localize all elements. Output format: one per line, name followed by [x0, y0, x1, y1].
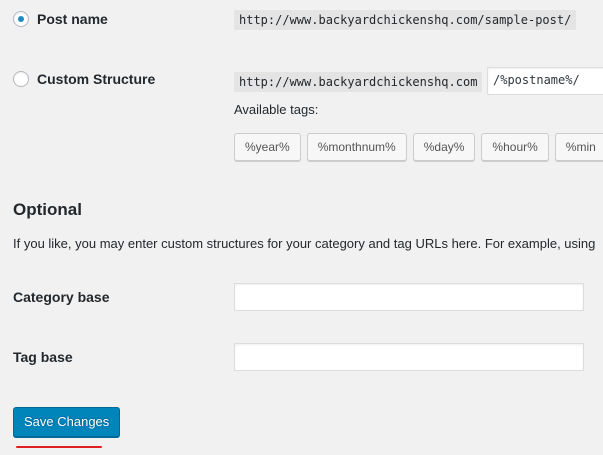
available-tags-list: %year% %monthnum% %day% %hour% %min — [234, 133, 603, 161]
save-changes-button[interactable]: Save Changes — [13, 407, 121, 437]
post-name-label[interactable]: Post name — [37, 11, 108, 27]
available-tags-label: Available tags: — [234, 102, 319, 117]
tag-button-year[interactable]: %year% — [234, 133, 301, 161]
category-base-input[interactable] — [234, 283, 584, 311]
post-name-radio[interactable] — [13, 11, 29, 27]
custom-structure-prefix: http://www.backyardchickenshq.com — [234, 72, 483, 92]
tag-button-hour[interactable]: %hour% — [481, 133, 549, 161]
tag-button-day[interactable]: %day% — [412, 133, 476, 161]
post-name-example-url: http://www.backyardchickenshq.com/sample… — [234, 10, 577, 30]
highlight-underline — [16, 446, 102, 448]
tag-button-monthnum[interactable]: %monthnum% — [306, 133, 407, 161]
optional-description-text: If you like, you may enter custom struct… — [13, 236, 596, 251]
tag-base-input[interactable] — [234, 343, 584, 371]
tag-base-label: Tag base — [13, 349, 73, 365]
category-base-label: Category base — [13, 289, 110, 305]
custom-structure-radio[interactable] — [13, 71, 29, 87]
optional-section-title: Optional — [13, 200, 82, 219]
tag-button-minute[interactable]: %min — [554, 133, 603, 161]
optional-description: If you like, you may enter custom struct… — [13, 235, 603, 253]
custom-structure-input[interactable]: /%postname%/ — [487, 67, 603, 95]
custom-structure-label[interactable]: Custom Structure — [37, 71, 155, 87]
